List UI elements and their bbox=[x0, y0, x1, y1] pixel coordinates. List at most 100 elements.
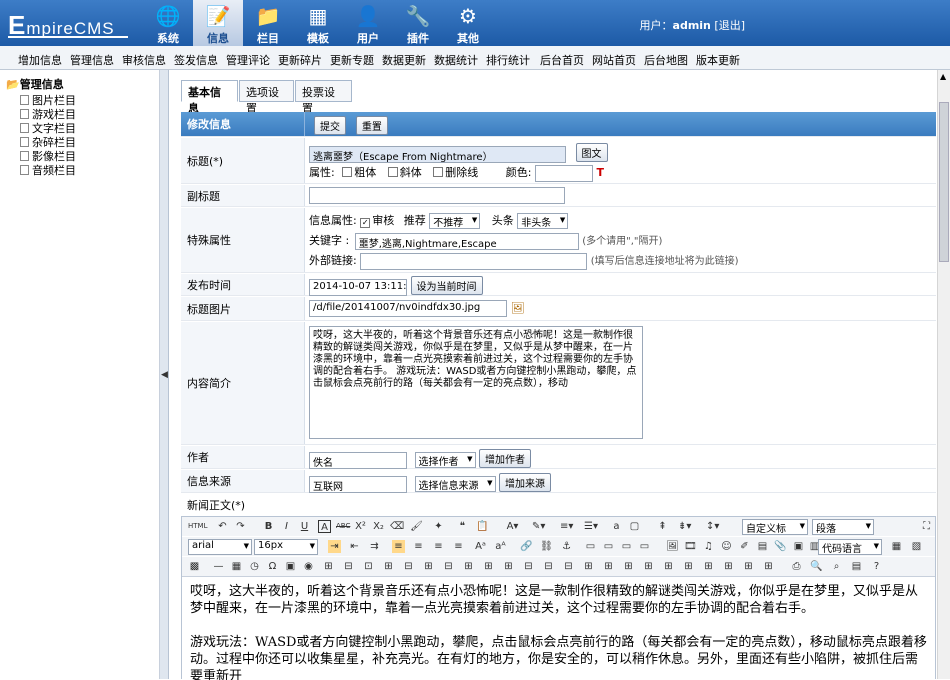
table-border-icon[interactable]: ⊞ bbox=[682, 560, 695, 573]
table-title-icon[interactable]: ⊞ bbox=[742, 560, 755, 573]
subnav-version-update[interactable]: 版本更新 bbox=[696, 52, 740, 68]
table-caption-icon[interactable]: ⊞ bbox=[722, 560, 735, 573]
subtitle-input[interactable] bbox=[309, 187, 565, 204]
gmap-icon[interactable]: ▣ bbox=[792, 540, 805, 553]
subnav-sign-info[interactable]: 签发信息 bbox=[174, 52, 218, 68]
insert-music-icon[interactable]: ♫ bbox=[702, 540, 715, 553]
bold-checkbox[interactable] bbox=[342, 167, 353, 177]
unordered-list-icon[interactable]: ☰▾ bbox=[584, 520, 598, 533]
auto-layout-icon[interactable]: ✦ bbox=[432, 520, 445, 533]
border-icon[interactable]: A bbox=[318, 520, 331, 533]
delete-row-icon[interactable]: ⊟ bbox=[402, 560, 415, 573]
subnav-rank-stats[interactable]: 排行统计 bbox=[486, 52, 530, 68]
undo-icon[interactable]: ↶ bbox=[216, 520, 229, 533]
subnav-manage-comment[interactable]: 管理评论 bbox=[226, 52, 270, 68]
strikethrough-icon[interactable]: ABC bbox=[336, 520, 350, 533]
clear-doc-icon[interactable]: ▢ bbox=[628, 520, 641, 533]
paragraph-select[interactable]: 段落 bbox=[812, 519, 874, 535]
italic-icon[interactable]: I bbox=[280, 520, 293, 533]
subscript-icon[interactable]: X₂ bbox=[372, 520, 385, 533]
eraser-icon[interactable]: ⌫ bbox=[390, 520, 404, 533]
scrawl-icon[interactable]: ✐ bbox=[738, 540, 751, 553]
merge-down-icon[interactable]: ⊞ bbox=[502, 560, 515, 573]
help-icon[interactable]: ? bbox=[870, 560, 883, 573]
color-picker-icon[interactable]: T bbox=[596, 166, 604, 179]
split-cols-icon[interactable]: ⊟ bbox=[562, 560, 575, 573]
subnav-add-info[interactable]: 增加信息 bbox=[18, 52, 62, 68]
insert-paragraph-before-table-icon[interactable]: ⊡ bbox=[362, 560, 375, 573]
split-cells-icon[interactable]: ⊟ bbox=[522, 560, 535, 573]
merge-cells-icon[interactable]: ⊞ bbox=[462, 560, 475, 573]
insert-image-icon[interactable]: 🖼 bbox=[666, 540, 679, 553]
strike-checkbox[interactable] bbox=[433, 167, 444, 177]
summary-textarea[interactable]: 哎呀，这大半夜的，听着这个背景音乐还有点小恐怖呢！这是一款制作很精致的解谜类闯关… bbox=[309, 326, 643, 439]
nav-template[interactable]: ▦ 模板 bbox=[293, 0, 343, 46]
to-lower-icon[interactable]: aᴬ bbox=[494, 540, 507, 553]
draft-icon[interactable]: ▤ bbox=[850, 560, 863, 573]
redo-icon[interactable]: ↷ bbox=[234, 520, 247, 533]
image-float-right-icon[interactable]: ▭ bbox=[620, 540, 633, 553]
editor-content[interactable]: 哎呀，这大半夜的，听着这个背景音乐还有点小恐怖呢！这是一款制作很精致的解谜类闯关… bbox=[182, 577, 935, 680]
source-select[interactable]: 选择信息来源 bbox=[414, 476, 496, 492]
table-chart-icon[interactable]: ⊞ bbox=[762, 560, 775, 573]
template-icon[interactable]: ▦ bbox=[890, 540, 903, 553]
tab-vote[interactable]: 投票设置 bbox=[295, 80, 352, 115]
paste-text-icon[interactable]: 📋 bbox=[476, 520, 489, 533]
page-break-icon[interactable]: ◉ bbox=[302, 560, 315, 573]
ordered-list-icon[interactable]: ≡▾ bbox=[560, 520, 573, 533]
recommend-select[interactable]: 不推荐 bbox=[429, 213, 481, 229]
nav-plugin[interactable]: 🔧 插件 bbox=[393, 0, 443, 46]
tree-root[interactable]: 📂管理信息 bbox=[6, 76, 64, 92]
image-center-icon[interactable]: ▭ bbox=[638, 540, 651, 553]
subnav-update-topic[interactable]: 更新专题 bbox=[330, 52, 374, 68]
tab-basic[interactable]: 基本信息 bbox=[181, 80, 238, 115]
scrollbar-thumb[interactable] bbox=[939, 102, 949, 262]
scroll-up-icon[interactable]: ▲ bbox=[940, 72, 946, 81]
format-brush-icon[interactable]: 🖌 bbox=[410, 520, 423, 533]
link-icon[interactable]: 🔗 bbox=[520, 540, 533, 553]
cell-props-icon[interactable]: ⊞ bbox=[602, 560, 615, 573]
align-left-icon[interactable]: ≡ bbox=[392, 540, 405, 553]
indent-icon[interactable]: ⇉ bbox=[368, 540, 381, 553]
subnav-site-home[interactable]: 网站首页 bbox=[592, 52, 636, 68]
external-link-input[interactable] bbox=[360, 252, 588, 270]
pubtime-input[interactable]: 2014-10-07 13:11:30 bbox=[309, 278, 407, 296]
title-input[interactable]: 逃离噩梦（Escape From Nightmare） bbox=[309, 145, 566, 163]
print-icon[interactable]: ⎙ bbox=[790, 560, 803, 573]
nav-column[interactable]: 📁 栏目 bbox=[243, 0, 293, 46]
nav-other[interactable]: ⚙ 其他 bbox=[443, 0, 493, 46]
row-spacing-top-icon[interactable]: ⇞ bbox=[656, 520, 669, 533]
snapscreen-icon[interactable]: ▣ bbox=[284, 560, 297, 573]
submit-button[interactable]: 提交 bbox=[314, 116, 346, 135]
subnav-admin-home[interactable]: 后台首页 bbox=[540, 52, 584, 68]
subnav-admin-map[interactable]: 后台地图 bbox=[644, 52, 688, 68]
custom-heading-select[interactable]: 自定义标题 bbox=[742, 519, 808, 550]
review-checkbox[interactable]: ✓ bbox=[360, 218, 371, 228]
align-center-icon[interactable]: ≡ bbox=[412, 540, 425, 553]
color-input[interactable] bbox=[534, 164, 593, 182]
source-input[interactable]: 互联网 bbox=[309, 475, 407, 493]
scrollbar[interactable]: ▲ bbox=[937, 70, 950, 679]
add-author-button[interactable]: 增加作者 bbox=[479, 449, 531, 468]
insert-video-icon[interactable]: 🎞 bbox=[684, 540, 697, 553]
fullscreen-icon[interactable]: ⛶ bbox=[920, 520, 933, 533]
subnav-update-fragment[interactable]: 更新碎片 bbox=[278, 52, 322, 68]
table-shade-icon[interactable]: ⊞ bbox=[662, 560, 675, 573]
headline-select[interactable]: 非头条 bbox=[517, 213, 569, 229]
title-image-button[interactable]: 图文 bbox=[575, 143, 608, 162]
select-all-icon[interactable]: a bbox=[610, 520, 623, 533]
background-icon[interactable]: ▧ bbox=[910, 540, 923, 553]
time-icon[interactable]: ◷ bbox=[248, 560, 261, 573]
to-upper-icon[interactable]: Aᵃ bbox=[474, 540, 487, 553]
tab-options[interactable]: 选项设置 bbox=[239, 80, 294, 115]
table-sort-icon[interactable]: ⊞ bbox=[642, 560, 655, 573]
font-family-select[interactable]: arial bbox=[188, 539, 252, 555]
font-color-icon[interactable]: A▾ bbox=[506, 520, 519, 533]
horizontal-rule-icon[interactable]: — bbox=[212, 560, 225, 573]
html-source-icon[interactable]: HTML bbox=[188, 520, 207, 533]
unlink-icon[interactable]: ⛓ bbox=[540, 540, 553, 553]
insert-col-icon[interactable]: ⊞ bbox=[422, 560, 435, 573]
ltr-icon[interactable]: ⇥ bbox=[328, 540, 341, 553]
anchor-icon[interactable]: ⚓ bbox=[560, 540, 573, 553]
table-head-icon[interactable]: ⊞ bbox=[702, 560, 715, 573]
